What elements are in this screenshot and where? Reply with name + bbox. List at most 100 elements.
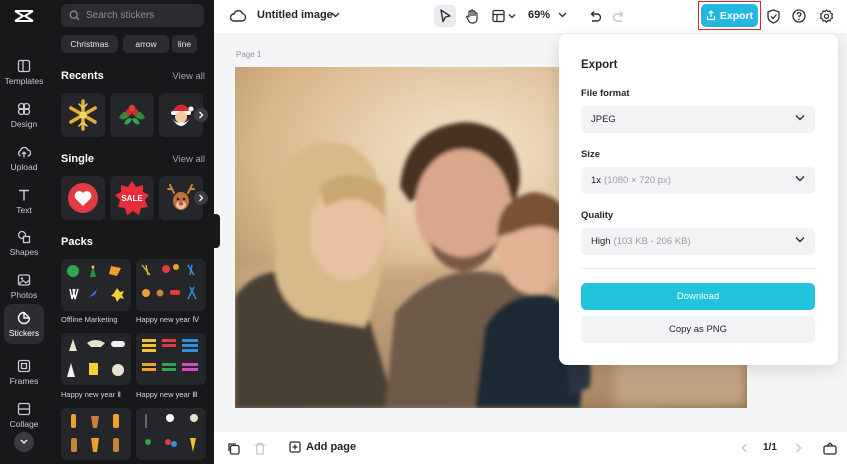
- delete-page-icon[interactable]: [252, 440, 268, 456]
- sticker-snowflake[interactable]: [61, 93, 105, 137]
- panel-collapse-handle[interactable]: [214, 214, 220, 248]
- page-panel-toggle-icon[interactable]: [822, 440, 838, 456]
- packs-title: Packs: [61, 236, 93, 248]
- quality-select[interactable]: High (103 KB - 206 KB): [581, 228, 815, 255]
- rail-item-shapes[interactable]: Shapes: [0, 223, 48, 263]
- file-format-select[interactable]: JPEG: [581, 106, 815, 133]
- pack-preview-icon: [142, 339, 198, 371]
- rail-item-design[interactable]: Design: [0, 95, 48, 135]
- redo-icon: [612, 10, 624, 22]
- chevron-down-icon[interactable]: [330, 10, 340, 20]
- santa-icon: [171, 104, 194, 126]
- pack-happy-new-year-3[interactable]: [136, 333, 206, 385]
- rail-item-collage[interactable]: Collage: [0, 395, 48, 435]
- chevron-down-icon: [795, 176, 805, 182]
- recents-title: Recents: [61, 70, 104, 82]
- help-icon[interactable]: [791, 8, 807, 24]
- pack-label: Offline Marketing: [61, 315, 118, 324]
- sale-badge-icon: SALE: [115, 181, 149, 215]
- rail-item-text[interactable]: Text: [0, 181, 48, 221]
- rail-item-photos[interactable]: Photos: [0, 266, 48, 306]
- chevron-down-icon: [795, 115, 805, 121]
- rail-item-label: Frames: [9, 375, 39, 386]
- rail-item-label: Templates: [4, 75, 44, 86]
- pack-party[interactable]: [136, 408, 206, 460]
- sticker-heart[interactable]: [61, 176, 105, 220]
- rail-item-stickers[interactable]: Stickers: [4, 304, 44, 344]
- svg-text:SALE: SALE: [121, 194, 143, 203]
- recents-view-all[interactable]: View all: [172, 71, 205, 82]
- chevron-right-icon: [795, 443, 801, 453]
- chip-arrow[interactable]: arrow: [123, 35, 169, 53]
- chevron-right-icon: [199, 194, 204, 202]
- sticker-holly[interactable]: [110, 93, 154, 137]
- sticker-sale[interactable]: SALE: [110, 176, 154, 220]
- upload-icon: [18, 146, 31, 157]
- rail-item-templates[interactable]: Templates: [0, 52, 48, 92]
- pack-preview-icon: [141, 264, 197, 300]
- export-panel-title: Export: [581, 59, 618, 71]
- download-button[interactable]: Download: [581, 283, 815, 310]
- pack-bottles[interactable]: [61, 408, 131, 460]
- share-icon: [706, 10, 715, 21]
- add-page-button[interactable]: Add page: [289, 441, 356, 453]
- cursor-icon: [440, 9, 451, 23]
- add-page-label: Add page: [306, 441, 357, 453]
- sticker-search: [61, 4, 204, 27]
- search-icon: [69, 10, 80, 21]
- bottom-bar: Add page 1/1: [214, 432, 847, 464]
- zoom-chevron-down-icon[interactable]: [557, 10, 567, 20]
- export-panel: Export File format JPEG Size 1x (1080 × …: [559, 34, 838, 365]
- pack-preview-icon: [145, 414, 198, 452]
- single-title: Single: [61, 153, 95, 165]
- page-label: Page 1: [236, 50, 262, 59]
- holly-icon: [119, 104, 145, 125]
- copy-as-png-button[interactable]: Copy as PNG: [581, 316, 815, 343]
- chip-line[interactable]: line: [172, 35, 197, 53]
- chip-christmas[interactable]: Christmas: [61, 35, 118, 53]
- select-tool-button[interactable]: [434, 5, 456, 27]
- pack-offline-marketing[interactable]: [61, 259, 131, 311]
- next-page-button[interactable]: [792, 441, 804, 455]
- export-button[interactable]: Export: [701, 4, 758, 27]
- rail-more-button[interactable]: [14, 432, 34, 452]
- export-button-label: Export: [719, 9, 754, 22]
- add-page-icon: [289, 441, 301, 453]
- heart-icon: [68, 183, 98, 213]
- quality-detail: (103 KB - 206 KB): [613, 236, 691, 247]
- duplicate-page-icon[interactable]: [225, 440, 241, 456]
- file-format-label: File format: [581, 88, 630, 99]
- zoom-level[interactable]: 69%: [528, 9, 550, 21]
- shield-icon[interactable]: [765, 8, 781, 24]
- top-bar: Untitled image 69% Export: [214, 0, 847, 33]
- single-view-all[interactable]: View all: [172, 154, 205, 165]
- rail-item-upload[interactable]: Upload: [0, 138, 48, 178]
- size-value: 1x: [591, 175, 602, 186]
- undo-icon: [590, 10, 602, 22]
- rail-item-label: Stickers: [8, 327, 40, 338]
- single-next-button[interactable]: [194, 191, 208, 205]
- settings-gear-icon[interactable]: [818, 8, 834, 24]
- sticker-search-input[interactable]: [86, 10, 196, 21]
- rail-item-label: Text: [16, 204, 32, 215]
- cloud-sync-icon[interactable]: [230, 8, 246, 24]
- document-title[interactable]: Untitled image: [257, 9, 333, 21]
- redo-button[interactable]: [610, 7, 628, 25]
- undo-button[interactable]: [586, 7, 604, 25]
- pack-happy-new-year-2[interactable]: [61, 333, 131, 385]
- rail-item-frames[interactable]: Frames: [0, 352, 48, 392]
- quality-value: High: [591, 236, 611, 247]
- rail-item-label: Photos: [10, 289, 38, 300]
- shapes-icon: [17, 230, 31, 243]
- capcut-logo-icon[interactable]: [12, 7, 36, 27]
- prev-page-button[interactable]: [738, 441, 750, 455]
- size-select[interactable]: 1x (1080 × 720 px): [581, 167, 815, 194]
- pack-happy-new-year-4[interactable]: [136, 259, 206, 311]
- page-counter: 1/1: [763, 442, 777, 453]
- hand-tool-button[interactable]: [462, 6, 482, 26]
- pack-preview-icon: [71, 414, 119, 452]
- chevron-down-icon: [20, 439, 28, 444]
- layout-menu-button[interactable]: [490, 6, 520, 26]
- recents-next-button[interactable]: [194, 108, 208, 122]
- collage-icon: [17, 402, 31, 415]
